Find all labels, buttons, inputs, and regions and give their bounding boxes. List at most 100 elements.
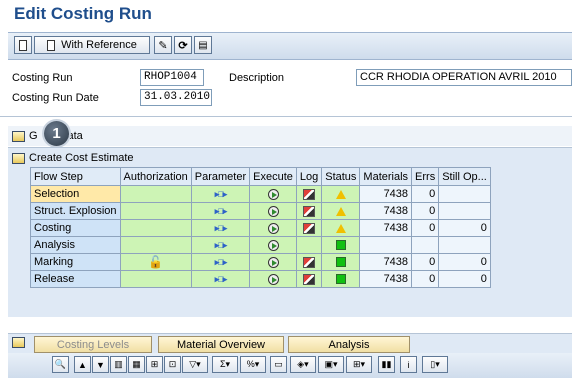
flow-step-cell[interactable]: Release <box>30 270 121 288</box>
parameter-cell[interactable]: ▸□▸ <box>190 202 251 220</box>
log-icon[interactable] <box>303 205 316 217</box>
col-parameter[interactable]: Parameter <box>190 167 251 186</box>
flow-step-cell[interactable]: Marking <box>30 253 121 271</box>
flow-step-cell[interactable]: Struct. Explosion <box>30 202 121 220</box>
log-cell[interactable] <box>295 253 323 271</box>
export-list-button[interactable]: ▣▾ <box>318 356 344 373</box>
execute-cell[interactable] <box>249 202 297 220</box>
refresh-button[interactable]: ⟳ <box>174 36 192 54</box>
authorization-cell[interactable] <box>119 236 192 254</box>
edit-pencil-button[interactable]: ✎ <box>154 36 172 54</box>
still-open-cell: 0 <box>438 219 491 237</box>
with-reference-button[interactable]: With Reference <box>34 36 150 54</box>
graphic-button[interactable]: ▮▮ <box>378 356 395 373</box>
costing-run-date-field[interactable]: 31.03.2010 <box>140 89 212 106</box>
filter-button[interactable]: ▽▾ <box>182 356 208 373</box>
execute-icon[interactable] <box>267 188 279 200</box>
execute-icon[interactable] <box>267 239 279 251</box>
authorization-cell[interactable] <box>119 219 192 237</box>
print-button[interactable]: ▲ <box>74 356 91 373</box>
tab-analysis[interactable]: Analysis <box>288 336 410 353</box>
flow-step-cell[interactable]: Costing <box>30 219 121 237</box>
open-folder-icon[interactable] <box>12 337 25 348</box>
costing-run-field[interactable]: RHOP1004 <box>140 69 204 86</box>
parameter-cell[interactable]: ▸□▸ <box>190 219 251 237</box>
col-status[interactable]: Status <box>321 167 361 186</box>
lock-icon[interactable]: 🔓 <box>148 255 163 269</box>
parameter-cell[interactable]: ▸□▸ <box>190 236 251 254</box>
info-button[interactable]: i <box>400 356 417 373</box>
costing-run-date-label: Costing Run Date <box>12 92 99 104</box>
layout-select-button[interactable]: ⊞▾ <box>346 356 372 373</box>
execute-icon[interactable] <box>267 205 279 217</box>
log-cell[interactable] <box>295 219 323 237</box>
authorization-cell[interactable] <box>119 270 192 288</box>
details-button[interactable]: 🔍 <box>52 356 69 373</box>
status-cell <box>321 270 361 288</box>
col-log[interactable]: Log <box>295 167 323 186</box>
parameter-icon[interactable]: ▸□▸ <box>215 274 228 285</box>
find-next-button[interactable]: ⊡ <box>164 356 181 373</box>
column-button[interactable]: ▥ <box>110 356 127 373</box>
col-execute[interactable]: Execute <box>249 167 297 186</box>
execute-icon[interactable] <box>267 273 279 285</box>
status-yellow-icon <box>335 189 346 199</box>
find-button[interactable]: ⊞ <box>146 356 163 373</box>
views-button[interactable]: ◈▾ <box>290 356 316 373</box>
description-field[interactable]: CCR RHODIA OPERATION AVRIL 2010 <box>356 69 572 86</box>
flow-step-cell[interactable]: Analysis <box>30 236 121 254</box>
col-materials[interactable]: Materials <box>359 167 413 186</box>
execute-icon[interactable] <box>267 256 279 268</box>
col-flow-step[interactable]: Flow Step <box>30 167 121 186</box>
find-next-icon: ⊡ <box>168 359 177 369</box>
parameter-cell[interactable]: ▸□▸ <box>190 270 251 288</box>
col-authorization[interactable]: Authorization <box>119 167 192 186</box>
log-cell[interactable] <box>295 270 323 288</box>
errs-cell <box>411 236 440 254</box>
materials-cell: 7438 <box>359 219 413 237</box>
col-still-open[interactable]: Still Op... <box>438 167 491 186</box>
log-icon[interactable] <box>303 222 316 234</box>
authorization-cell[interactable] <box>119 202 192 220</box>
authorization-cell[interactable] <box>119 185 192 203</box>
parameter-icon[interactable]: ▸□▸ <box>215 206 228 217</box>
layout-button[interactable]: ▤ <box>194 36 212 54</box>
parameter-icon[interactable]: ▸□▸ <box>215 240 228 251</box>
log-icon[interactable] <box>303 188 316 200</box>
print-preview-button[interactable]: ▭ <box>270 356 287 373</box>
sum-button[interactable]: Σ▾ <box>212 356 238 373</box>
log-icon[interactable] <box>303 273 316 285</box>
parameter-icon[interactable]: ▸□▸ <box>215 189 228 200</box>
sort-button[interactable]: ▼ <box>92 356 109 373</box>
create-cost-estimate-section[interactable]: Create Cost Estimate <box>8 147 572 168</box>
execute-cell[interactable] <box>249 270 297 288</box>
execute-cell[interactable] <box>249 253 297 271</box>
status-cell <box>321 185 361 203</box>
tab-costing-levels[interactable]: Costing Levels <box>34 336 152 353</box>
execute-cell[interactable] <box>249 236 297 254</box>
parameter-cell[interactable]: ▸□▸ <box>190 185 251 203</box>
log-icon[interactable] <box>303 256 316 268</box>
authorization-cell[interactable]: 🔓 <box>119 253 192 271</box>
parameter-icon[interactable]: ▸□▸ <box>215 257 228 268</box>
tab-material-overview[interactable]: Material Overview <box>158 336 284 353</box>
col-errs[interactable]: Errs <box>411 167 440 186</box>
export-button[interactable]: ▦ <box>128 356 145 373</box>
log-cell[interactable] <box>295 185 323 203</box>
execute-cell[interactable] <box>249 219 297 237</box>
general-data-section[interactable]: G Data <box>8 126 572 146</box>
create-cost-estimate-label: Create Cost Estimate <box>29 152 134 164</box>
log-cell[interactable] <box>295 202 323 220</box>
execute-icon[interactable] <box>267 222 279 234</box>
create-button[interactable] <box>14 36 32 54</box>
execute-cell[interactable] <box>249 185 297 203</box>
flow-grid-area: Flow Step Authorization Parameter Execut… <box>8 167 572 317</box>
log-cell[interactable] <box>295 236 323 254</box>
flow-step-cell[interactable]: Selection <box>30 185 121 203</box>
grid-settings-icon: ▯▾ <box>430 359 440 369</box>
sort-icon: ▼ <box>96 359 105 370</box>
parameter-icon[interactable]: ▸□▸ <box>215 223 228 234</box>
more-button[interactable]: ▯▾ <box>422 356 448 373</box>
parameter-cell[interactable]: ▸□▸ <box>190 253 251 271</box>
subtotal-button[interactable]: %▾ <box>240 356 266 373</box>
